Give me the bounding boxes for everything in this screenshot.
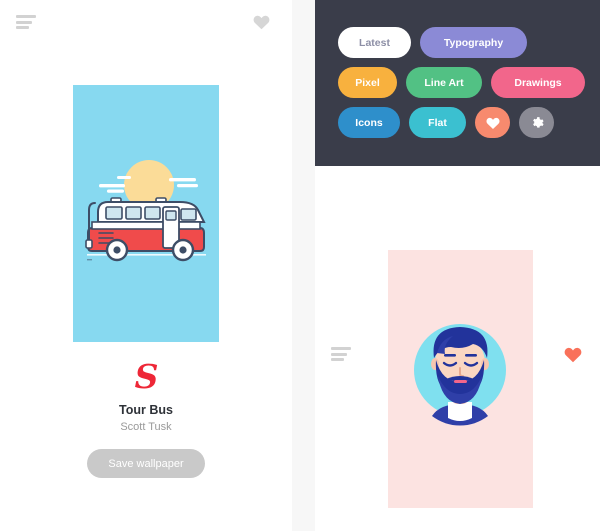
category-pill-typography[interactable]: Typography — [420, 27, 527, 58]
hamburger-line — [331, 358, 344, 361]
panel-divider — [292, 0, 315, 531]
brand-mark: S — [134, 357, 159, 396]
settings-button[interactable] — [519, 107, 554, 138]
category-row: Pixel Line Art Drawings — [338, 67, 588, 98]
app-screen: S Tour Bus Scott Tusk Save wallpaper Lat… — [0, 0, 600, 531]
heart-icon[interactable] — [253, 14, 270, 30]
wallpaper-title: Tour Bus — [119, 403, 173, 417]
category-row: Latest Typography — [338, 27, 588, 58]
heart-icon[interactable] — [564, 346, 582, 363]
gear-icon — [530, 116, 544, 130]
category-pill-drawings[interactable]: Drawings — [491, 67, 585, 98]
heart-icon — [485, 116, 500, 130]
hamburger-menu-icon[interactable] — [16, 15, 36, 29]
category-pill-pixel[interactable]: Pixel — [338, 67, 397, 98]
left-top-bar — [0, 0, 292, 46]
category-row: Icons Flat — [338, 107, 588, 138]
hamburger-line — [16, 26, 29, 29]
favorites-button[interactable] — [475, 107, 510, 138]
hamburger-line — [331, 347, 351, 350]
hamburger-line — [331, 352, 347, 356]
wallpaper-preview-card[interactable] — [388, 250, 533, 508]
right-top-bar — [315, 166, 600, 363]
wallpaper-author: Scott Tusk — [120, 421, 172, 433]
hamburger-line — [16, 20, 32, 24]
category-pill-flat[interactable]: Flat — [409, 107, 466, 138]
category-browser-panel: Latest Typography Pixel Line Art Drawing… — [315, 0, 600, 531]
category-pill-latest[interactable]: Latest — [338, 27, 411, 58]
wallpaper-detail-panel: S Tour Bus Scott Tusk Save wallpaper — [0, 0, 292, 531]
save-wallpaper-button[interactable]: Save wallpaper — [87, 449, 205, 478]
hamburger-menu-icon[interactable] — [331, 347, 351, 361]
wallpaper-preview-card[interactable] — [73, 85, 219, 342]
category-pill-icons[interactable]: Icons — [338, 107, 400, 138]
category-header: Latest Typography Pixel Line Art Drawing… — [315, 0, 600, 166]
hamburger-line — [16, 15, 36, 18]
category-pill-group: Latest Typography Pixel Line Art Drawing… — [338, 27, 588, 147]
category-pill-line-art[interactable]: Line Art — [406, 67, 482, 98]
